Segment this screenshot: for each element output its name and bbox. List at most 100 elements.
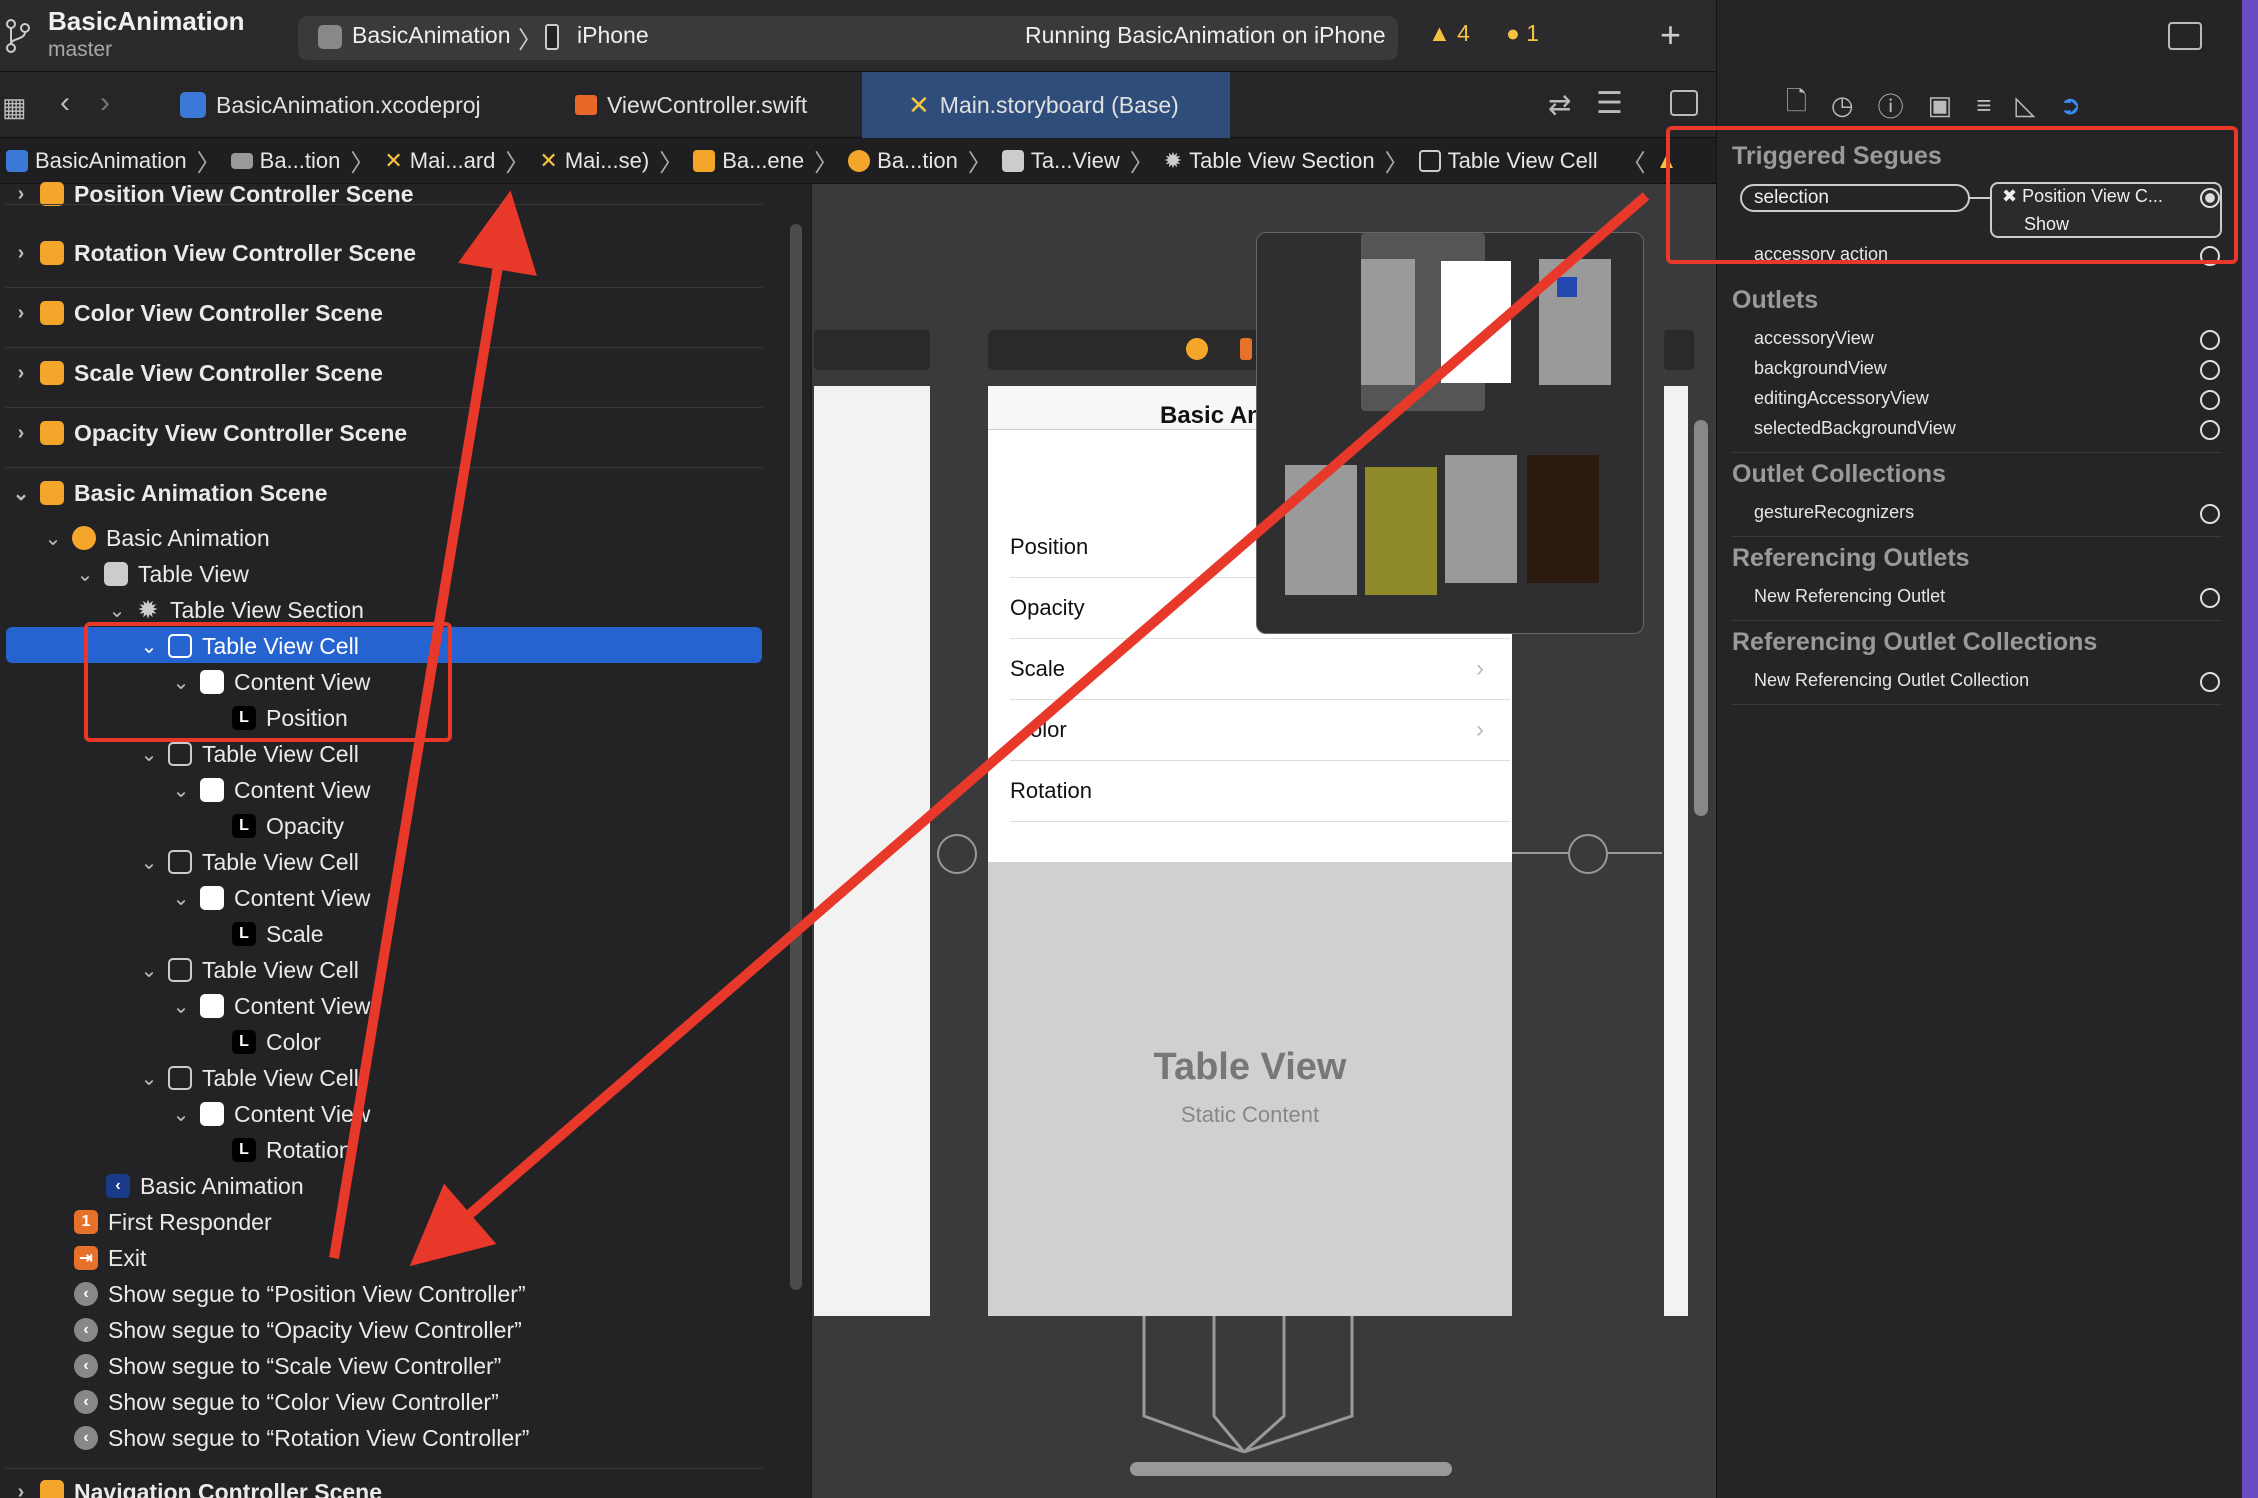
tree-table-cell-4[interactable]: ⌄ Table View Cell xyxy=(138,952,359,988)
outlet-collection-item: gestureRecognizers xyxy=(1754,502,1915,522)
tab-storyboard[interactable]: ✕ Main.storyboard (Base) xyxy=(862,72,1230,138)
connection-circle[interactable] xyxy=(2200,588,2220,608)
inspector-toggle-icon[interactable] xyxy=(2168,22,2202,50)
canvas-cell[interactable]: Scale › xyxy=(1010,639,1510,700)
add-editor-icon[interactable] xyxy=(1670,90,1698,116)
scene-row-color[interactable]: › Color View Controller Scene xyxy=(10,295,383,331)
segue-icon[interactable] xyxy=(1568,834,1608,874)
connections-inspector-icon[interactable]: ➲ xyxy=(2059,90,2081,121)
add-button[interactable]: + xyxy=(1660,14,1681,56)
connection-circle[interactable] xyxy=(2200,390,2220,410)
tree-content-view-3[interactable]: ⌄ Content View xyxy=(170,880,371,916)
grid-icon[interactable]: ▦ xyxy=(2,92,27,123)
segue-icon[interactable] xyxy=(937,834,977,874)
size-inspector-icon[interactable]: ◺ xyxy=(2015,90,2035,121)
crumb-project[interactable]: BasicAnimation xyxy=(6,148,187,174)
scene-thumbnail[interactable] xyxy=(1441,261,1511,383)
tree-label-color[interactable]: L Color xyxy=(232,1024,321,1060)
tree-segue-opacity[interactable]: ‹ Show segue to “Opacity View Controller” xyxy=(74,1312,522,1348)
scene-row-rotation[interactable]: › Rotation View Controller Scene xyxy=(10,235,416,271)
scene-thumbnail[interactable] xyxy=(1361,259,1415,385)
tree-label-opacity[interactable]: L Opacity xyxy=(232,808,344,844)
connection-circle[interactable] xyxy=(2200,420,2220,440)
tree-segue-scale[interactable]: ‹ Show segue to “Scale View Controller” xyxy=(74,1348,501,1384)
tree-segue-rotation[interactable]: ‹ Show segue to “Rotation View Controller… xyxy=(74,1420,529,1456)
device-name[interactable]: iPhone xyxy=(577,22,649,49)
tree-table-cell-5[interactable]: ⌄ Table View Cell xyxy=(138,1060,359,1096)
navigator-scrollbar[interactable] xyxy=(790,224,802,1290)
crumb-storyboard-base[interactable]: ✕ Mai...se) xyxy=(539,148,649,174)
tree-first-responder[interactable]: 1 First Responder xyxy=(74,1204,272,1240)
tree-table-view[interactable]: ⌄ Table View xyxy=(74,556,249,592)
chevron-right-icon: 〉 xyxy=(505,150,530,177)
branch-name[interactable]: master xyxy=(48,38,112,62)
scene-label: Basic Animation Scene xyxy=(74,479,328,506)
chevron-left-icon[interactable]: 〈 xyxy=(1622,143,1646,178)
first-responder-icon[interactable] xyxy=(1240,338,1252,360)
connection-circle[interactable] xyxy=(2200,360,2220,380)
crumb-scene[interactable]: Ba...ene xyxy=(693,148,804,174)
scene-thumbnail[interactable] xyxy=(1365,467,1437,595)
tree-label: Opacity xyxy=(266,812,344,839)
tree-content-view-2[interactable]: ⌄ Content View xyxy=(170,772,371,808)
scene-row-position[interactable]: › Position View Controller Scene xyxy=(10,176,414,212)
scene-thumbnail[interactable] xyxy=(1527,455,1599,583)
tree-exit[interactable]: ⇥ Exit xyxy=(74,1240,146,1276)
scene-thumbnails-popup[interactable] xyxy=(1256,232,1644,634)
neighbor-scene-left[interactable] xyxy=(814,386,930,1316)
scene-dock[interactable] xyxy=(814,330,930,370)
tree-label-scale[interactable]: L Scale xyxy=(232,916,324,952)
canvas-cell[interactable]: olor › xyxy=(1010,700,1510,761)
tree-content-view-5[interactable]: ⌄ Content View xyxy=(170,1096,371,1132)
view-icon xyxy=(200,778,224,802)
neighbor-scene-right[interactable] xyxy=(1664,386,1688,1316)
swap-icon[interactable]: ⇄ xyxy=(1548,88,1571,121)
tree-view-controller[interactable]: ⌄ Basic Animation xyxy=(42,520,270,556)
connection-circle[interactable] xyxy=(2200,330,2220,350)
canvas-cell[interactable]: Rotation xyxy=(1010,761,1510,822)
help-inspector-icon[interactable]: ⓘ xyxy=(1878,87,1904,124)
tree-segue-color[interactable]: ‹ Show segue to “Color View Controller” xyxy=(74,1384,499,1420)
scene-row-basic-animation[interactable]: ⌄ Basic Animation Scene xyxy=(10,475,328,511)
crumb-cell[interactable]: Table View Cell xyxy=(1418,148,1598,174)
scene-row-navigation[interactable]: › Navigation Controller Scene xyxy=(10,1474,382,1498)
crumb-storyboard[interactable]: ✕ Mai...ard xyxy=(384,148,495,174)
identity-inspector-icon[interactable]: ▣ xyxy=(1928,90,1953,121)
scene-row-opacity[interactable]: › Opacity View Controller Scene xyxy=(10,415,408,451)
chevron-right-icon: › xyxy=(17,1480,25,1498)
connection-circle[interactable] xyxy=(2200,504,2220,524)
canvas-horizontal-scrollbar[interactable] xyxy=(1130,1462,1452,1476)
tab-xcodeproj[interactable]: BasicAnimation.xcodeproj xyxy=(180,72,481,138)
crumb-folder[interactable]: Ba...tion xyxy=(230,148,340,174)
editor-options-icon[interactable]: ☰ xyxy=(1596,86,1623,121)
branch-icon xyxy=(6,19,30,53)
navigation-item-icon: ‹ xyxy=(106,1174,130,1198)
scene-row-scale[interactable]: › Scale View Controller Scene xyxy=(10,355,383,391)
tree-label-rotation[interactable]: L Rotation xyxy=(232,1132,352,1168)
crumb-controller[interactable]: Ba...tion xyxy=(848,148,958,174)
crumb-tableview[interactable]: Ta...View xyxy=(1001,148,1120,174)
warning-count[interactable]: ▲ 4 xyxy=(1428,20,1470,47)
canvas-vertical-scrollbar[interactable] xyxy=(1694,420,1708,816)
scene-thumbnail[interactable] xyxy=(1445,455,1517,583)
back-icon[interactable]: ‹ xyxy=(60,86,70,120)
tree-segue-position[interactable]: ‹ Show segue to “Position View Controller… xyxy=(74,1276,526,1312)
tree-table-cell-3[interactable]: ⌄ Table View Cell xyxy=(138,844,359,880)
crumb-section[interactable]: ✹ Table View Section xyxy=(1164,148,1375,174)
chevron-down-icon: ⌄ xyxy=(140,851,158,874)
view-controller-icon xyxy=(848,149,871,172)
scene-thumbnail[interactable] xyxy=(1285,465,1357,595)
file-inspector-icon[interactable]: 🗋 xyxy=(1786,83,1807,127)
view-controller-icon[interactable] xyxy=(1186,338,1208,360)
issue-count[interactable]: ● 1 xyxy=(1506,20,1539,47)
tree-content-view-4[interactable]: ⌄ Content View xyxy=(170,988,371,1024)
scheme-name[interactable]: BasicAnimation xyxy=(352,22,511,49)
history-inspector-icon[interactable]: ◷ xyxy=(1831,90,1854,121)
tab-viewcontroller[interactable]: ViewController.swift xyxy=(575,72,807,138)
tree-exit-item[interactable]: ‹ Basic Animation xyxy=(106,1168,304,1204)
connection-circle[interactable] xyxy=(2200,672,2220,692)
first-responder-icon: 1 xyxy=(74,1210,98,1234)
forward-icon[interactable]: › xyxy=(100,86,110,120)
attributes-inspector-icon[interactable]: ≡ xyxy=(1976,90,1991,121)
scene-dock[interactable] xyxy=(1664,330,1694,370)
